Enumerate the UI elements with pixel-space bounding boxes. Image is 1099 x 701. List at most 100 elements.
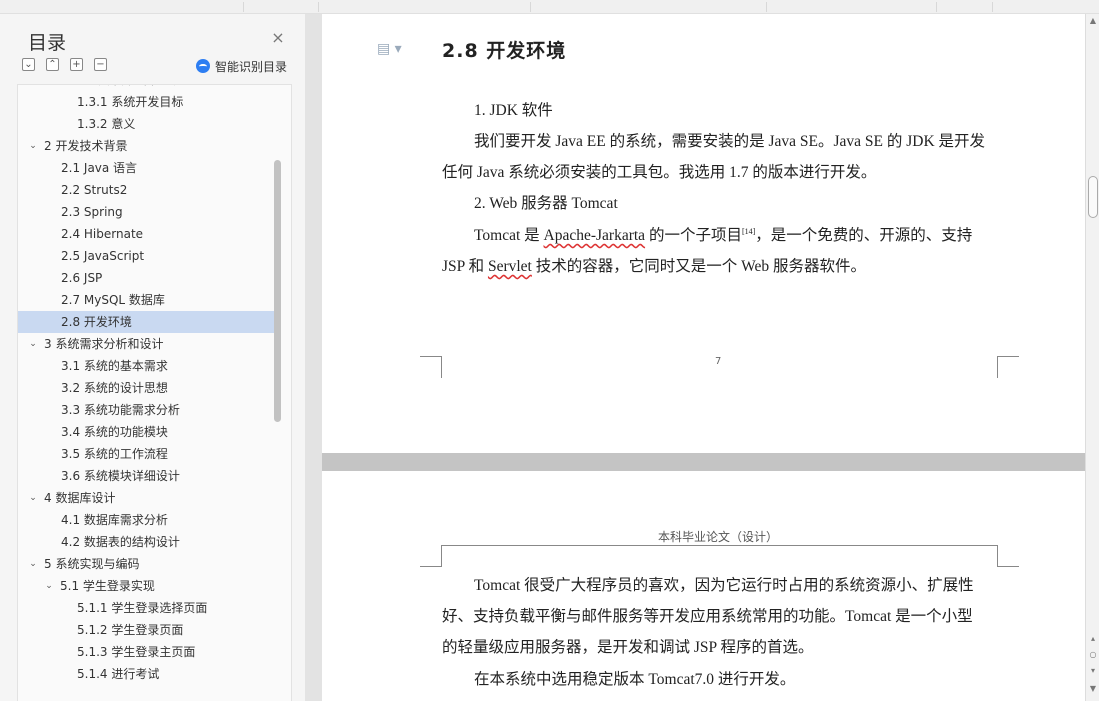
toc-item[interactable]: 2.4 Hibernate (18, 223, 275, 245)
header-rule (442, 545, 997, 546)
toc-item[interactable]: 2.8 开发环境 (18, 311, 275, 333)
toc-item[interactable]: 4.2 数据表的结构设计 (18, 531, 275, 553)
expand-icon[interactable]: ⌄ (22, 58, 35, 71)
spellcheck-word: Apache-Jarkarta (543, 227, 646, 244)
chevron-down-icon[interactable]: ⌄ (28, 553, 38, 575)
smart-toc-button[interactable]: 智能识别目录 (196, 58, 287, 74)
prev-page-icon[interactable]: ▴ (1088, 634, 1098, 643)
ruler-tick (243, 2, 244, 12)
toc-item-label: 3.5 系统的工作流程 (61, 447, 168, 461)
toc-title: 目录 (28, 32, 67, 54)
toc-item[interactable]: 5.1.3 学生登录主页面 (18, 641, 275, 663)
toc-scrollbar-thumb[interactable] (274, 160, 281, 422)
toc-item[interactable]: 2.2 Struts2 (18, 179, 275, 201)
chevron-down-icon[interactable]: ⌄ (28, 333, 38, 355)
toc-item-label: 2.8 开发环境 (61, 315, 132, 329)
smart-toc-icon (196, 59, 210, 73)
toc-item-label: 2.2 Struts2 (61, 183, 128, 197)
toc-item[interactable]: ⌄ 4 数据库设计 (18, 487, 275, 509)
toc-item-label: 4.1 数据库需求分析 (61, 513, 168, 527)
ruler-tick (936, 2, 937, 12)
toc-item[interactable]: ⌄ 5 系统实现与编码 (18, 553, 275, 575)
ruler-tick (992, 2, 993, 12)
toc-item[interactable]: 5.1.4 进行考试 (18, 663, 275, 685)
select-browse-icon[interactable]: ○ (1088, 650, 1098, 659)
scroll-down-icon[interactable]: ▼ (1088, 684, 1098, 693)
paragraph-line: Tomcat 是 Apache-Jarkarta 的一个子项目[14]，是一个免… (474, 223, 972, 245)
toc-item-label: 5.1 学生登录实现 (60, 579, 155, 593)
chevron-down-icon[interactable]: ⌄ (28, 487, 38, 509)
margin-corner-mark (997, 356, 1019, 378)
toc-item-label: 3.4 系统的功能模块 (61, 425, 168, 439)
toc-item-label: 2 开发技术背景 (44, 139, 128, 153)
ruler-tick (530, 2, 531, 12)
chevron-down-icon[interactable]: ⌄ (44, 575, 54, 597)
text-run: ，是一个免费的、开源的、支持 (755, 227, 973, 244)
toc-item[interactable]: 3.6 系统模块详细设计 (18, 465, 275, 487)
text-run: JSP 和 (442, 258, 488, 275)
ruler-tick (318, 2, 319, 12)
toc-item[interactable]: 2.6 JSP (18, 267, 275, 289)
list-item-jdk: 1. JDK 软件 (474, 102, 553, 119)
document-scrollbar[interactable]: ▲ ▴ ○ ▾ ▼ (1085, 14, 1099, 701)
toc-item[interactable]: 3.3 系统功能需求分析 (18, 399, 275, 421)
toc-item-label: 3.6 系统模块详细设计 (61, 469, 180, 483)
text-run: 技术的容器，它同时又是一个 Web 服务器软件。 (531, 258, 867, 275)
scroll-up-icon[interactable]: ▲ (1088, 16, 1098, 25)
toc-item[interactable]: ⌄ 1.3 系统开发的目标与意义 (18, 85, 275, 91)
toc-item[interactable]: 1.3.2 意义 (18, 113, 275, 135)
toc-item-label: 1.3.1 系统开发目标 (77, 95, 184, 109)
toc-item[interactable]: ⌄ 2 开发技术背景 (18, 135, 275, 157)
paragraph-line: 的轻量级应用服务器，是开发和调试 JSP 程序的首选。 (442, 639, 814, 656)
paragraph-line: 任何 Java 系统必须安装的工具包。我选用 1.7 的版本进行开发。 (442, 164, 877, 181)
paragraph-line: 我们要开发 Java EE 的系统，需要安装的是 Java SE。Java SE… (474, 133, 986, 150)
toc-item-label: 3 系统需求分析和设计 (44, 337, 164, 351)
toc-item-label: 2.4 Hibernate (61, 227, 144, 241)
text-run: Tomcat 是 (474, 227, 544, 244)
toc-item[interactable]: 5.1.1 学生登录选择页面 (18, 597, 275, 619)
top-ruler-strip (0, 0, 1099, 14)
collapse-icon[interactable]: ⌃ (46, 58, 59, 71)
toc-item[interactable]: 3.5 系统的工作流程 (18, 443, 275, 465)
close-icon[interactable]: × (270, 30, 286, 46)
toc-item[interactable]: ⌄ 3 系统需求分析和设计 (18, 333, 275, 355)
chevron-down-icon[interactable]: ⌄ (44, 85, 54, 91)
toc-item-label: 1.3.2 意义 (77, 117, 136, 131)
toc-item[interactable]: 3.2 系统的设计思想 (18, 377, 275, 399)
next-page-icon[interactable]: ▾ (1088, 666, 1098, 675)
scrollbar-thumb[interactable] (1088, 176, 1098, 218)
toc-item-label: 3.2 系统的设计思想 (61, 381, 168, 395)
chevron-down-icon[interactable]: ⌄ (28, 135, 38, 157)
toc-item-label: 2.3 Spring (61, 205, 123, 219)
page: ▤ ▾ 2.8 开发环境 1. JDK 软件 我们要开发 Java EE 的系统… (322, 14, 1085, 453)
toc-item[interactable]: 5.1.2 学生登录页面 (18, 619, 275, 641)
toc-item-label: 4.2 数据表的结构设计 (61, 535, 180, 549)
toc-list: ⌄ 1.3 系统开发的目标与意义 1.3.1 系统开发目标 1.3.2 意义 ⌄ 2 开发… (17, 84, 292, 701)
paragraph-line: 好、支持负载平衡与邮件服务等开发应用系统常用的功能。Tomcat 是一个小型 (442, 608, 973, 625)
page-gap (322, 453, 1085, 471)
toc-item-label: 2.1 Java 语言 (61, 161, 138, 175)
document-area: ▤ ▾ 2.8 开发环境 1. JDK 软件 我们要开发 Java EE 的系统… (305, 14, 1085, 701)
page-header: 本科毕业论文（设计） (658, 530, 779, 544)
text-run: 的一个子项目 (645, 227, 742, 244)
toc-item[interactable]: 2.5 JavaScript (18, 245, 275, 267)
toc-item[interactable]: 4.1 数据库需求分析 (18, 509, 275, 531)
toc-item-label: 5.1.1 学生登录选择页面 (77, 601, 208, 615)
page-number: 7 (715, 356, 722, 367)
toc-item[interactable]: 3.1 系统的基本需求 (18, 355, 275, 377)
toc-item[interactable]: 2.1 Java 语言 (18, 157, 275, 179)
toc-item[interactable]: 2.7 MySQL 数据库 (18, 289, 275, 311)
toc-item-label: 1.3 系统开发的目标与意义 (60, 85, 203, 91)
page: 本科毕业论文（设计） Tomcat 很受广大程序员的喜欢，因为它运行时占用的系统… (322, 471, 1085, 701)
toc-item[interactable]: 1.3.1 系统开发目标 (18, 91, 275, 113)
citation-ref: [14] (741, 226, 756, 236)
document-icon[interactable]: ▤ ▾ (377, 41, 402, 57)
toc-item-label: 5 系统实现与编码 (44, 557, 140, 571)
toc-item[interactable]: 2.3 Spring (18, 201, 275, 223)
toc-item-label: 5.1.3 学生登录主页面 (77, 645, 196, 659)
toc-item-label: 3.1 系统的基本需求 (61, 359, 168, 373)
plus-icon[interactable]: + (70, 58, 83, 71)
minus-icon[interactable]: − (94, 58, 107, 71)
toc-item[interactable]: ⌄ 5.1 学生登录实现 (18, 575, 275, 597)
toc-item[interactable]: 3.4 系统的功能模块 (18, 421, 275, 443)
